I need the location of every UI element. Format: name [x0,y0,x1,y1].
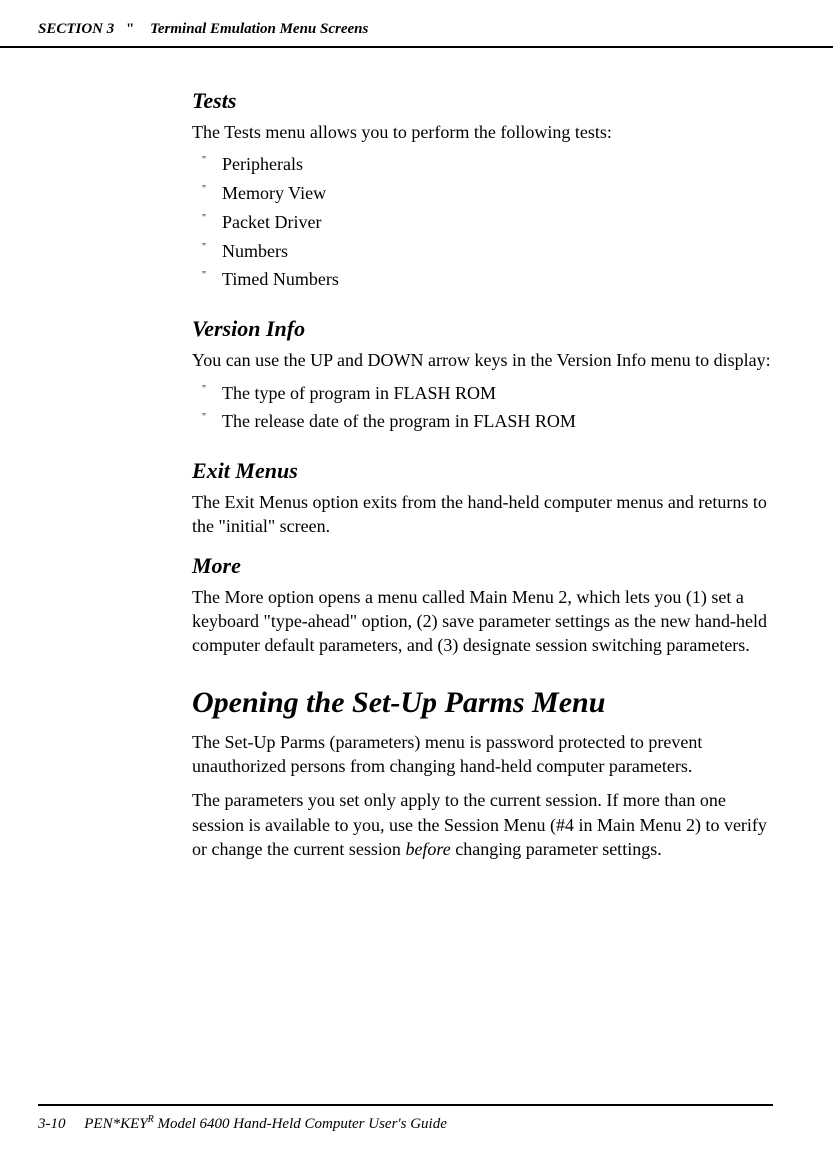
footer-product: PEN*KEY [84,1116,147,1132]
header-title: Terminal Emulation Menu Screens [150,21,368,37]
list-item: The type of program in FLASH ROM [222,379,773,408]
tests-intro: The Tests menu allows you to perform the… [192,120,773,144]
list-item: Numbers [222,237,773,266]
tests-list: Peripherals Memory View Packet Driver Nu… [192,150,773,294]
footer-rest: Model 6400 Hand-Held Computer User's Gui… [154,1116,447,1132]
setup-parms-para2: The parameters you set only apply to the… [192,788,773,861]
tests-heading: Tests [192,88,773,114]
version-info-intro: You can use the UP and DOWN arrow keys i… [192,348,773,372]
para2-part-b: changing parameter settings. [451,839,662,859]
para2-italic: before [405,839,450,859]
more-heading: More [192,553,773,579]
header-separator: " [118,21,146,37]
footer-text: 3-10 PEN*KEYR Model 6400 Hand-Held Compu… [38,1116,447,1132]
list-item: The release date of the program in FLASH… [222,407,773,436]
list-item: Memory View [222,179,773,208]
exit-menus-heading: Exit Menus [192,458,773,484]
setup-parms-heading: Opening the Set-Up Parms Menu [192,686,773,720]
version-info-list: The type of program in FLASH ROM The rel… [192,379,773,437]
list-item: Peripherals [222,150,773,179]
header-section: SECTION 3 " Terminal Emulation Menu Scre… [38,21,368,37]
setup-parms-para1: The Set-Up Parms (parameters) menu is pa… [192,730,773,779]
list-item: Packet Driver [222,208,773,237]
exit-menus-body: The Exit Menus option exits from the han… [192,490,773,539]
page-header: SECTION 3 " Terminal Emulation Menu Scre… [0,0,833,48]
section-number: SECTION 3 [38,21,114,37]
main-content: Tests The Tests menu allows you to perfo… [0,88,833,861]
page-footer: 3-10 PEN*KEYR Model 6400 Hand-Held Compu… [38,1104,773,1133]
more-body: The More option opens a menu called Main… [192,585,773,658]
page-number: 3-10 [38,1116,66,1132]
list-item: Timed Numbers [222,265,773,294]
version-info-heading: Version Info [192,316,773,342]
